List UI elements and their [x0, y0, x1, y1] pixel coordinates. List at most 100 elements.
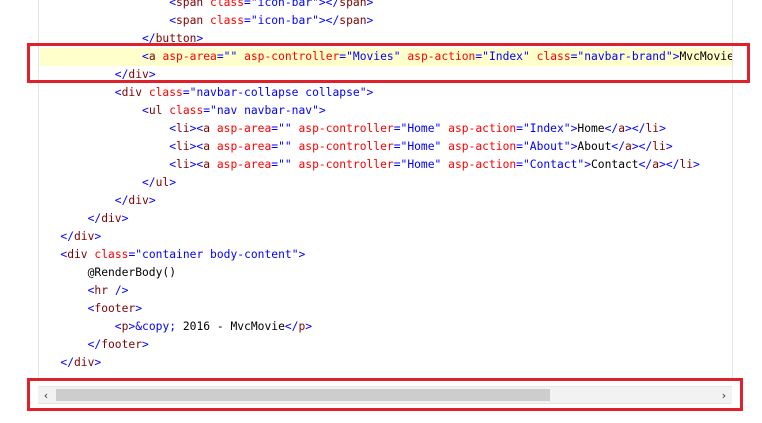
code-line: <span class="icon-bar"></span>: [40, 0, 373, 12]
code-token: asp-controller: [298, 140, 394, 153]
code-token: ">: [563, 122, 578, 135]
code-token: footer: [101, 338, 143, 351]
code-token: >: [659, 122, 666, 135]
code-token: div: [74, 356, 95, 369]
code-token: <: [114, 86, 122, 99]
code-token: ul: [148, 104, 163, 117]
code-token: asp-action: [448, 122, 517, 135]
code-token: =": [516, 122, 530, 135]
code-token: Home: [407, 122, 435, 135]
code-token: =": [244, 0, 258, 9]
code-token: footer: [94, 302, 136, 315]
code-token: =": [244, 14, 258, 27]
code-token: div: [101, 212, 122, 225]
code-line: <footer>: [40, 300, 142, 318]
code-line: </div>: [40, 228, 101, 246]
code-line: </footer>: [40, 336, 149, 354]
code-token: =": [516, 158, 530, 171]
code-token: >: [169, 176, 177, 189]
code-token: div: [121, 86, 143, 99]
highlight-callout-scrollbar: [27, 378, 743, 411]
code-token: </: [611, 140, 626, 153]
code-token: div: [67, 248, 88, 261]
code-token: asp-action: [448, 158, 517, 171]
code-token: span: [339, 14, 367, 27]
code-token: "></: [312, 14, 340, 27]
code-line: </div>: [40, 192, 156, 210]
code-token: </: [87, 212, 102, 225]
code-token: >: [94, 356, 102, 369]
code-token: class: [210, 14, 245, 27]
code-token: div: [128, 194, 149, 207]
code-token: ="": [271, 158, 292, 171]
code-token: hr: [94, 284, 109, 297]
code-token: ></: [659, 158, 680, 171]
code-token: >: [366, 14, 374, 27]
code-token: <: [169, 14, 176, 27]
code-token: icon-bar: [257, 14, 313, 27]
code-token: a: [203, 158, 211, 171]
code-token: span: [339, 0, 367, 9]
code-token: =": [516, 140, 530, 153]
code-editor[interactable]: <span class="icon-bar"></span> <span clas…: [0, 0, 762, 423]
code-token: >: [121, 212, 129, 225]
code-token: li: [176, 122, 190, 135]
code-token: ">: [577, 158, 591, 171]
code-token: =": [393, 158, 408, 171]
code-token: />: [114, 284, 129, 297]
code-token: <: [169, 122, 176, 135]
code-token: span: [176, 14, 204, 27]
code-token: a: [203, 122, 211, 135]
code-token: </: [114, 194, 129, 207]
code-token: asp-area: [216, 158, 272, 171]
code-token: <: [142, 104, 149, 117]
code-token: <: [169, 0, 176, 9]
code-token: <: [169, 140, 176, 153]
code-token: li: [176, 140, 190, 153]
code-token: asp-controller: [298, 158, 394, 171]
code-token: About: [529, 140, 564, 153]
code-token: class: [94, 248, 129, 261]
code-line: <li><a asp-area="" asp-controller="Home"…: [40, 138, 672, 156]
code-token: a: [652, 158, 660, 171]
code-token: =": [393, 140, 408, 153]
code-token: ">: [359, 86, 374, 99]
code-token: asp-action: [448, 140, 517, 153]
code-token: =": [182, 86, 197, 99]
code-token: >: [142, 338, 149, 351]
code-token: container body-content: [142, 248, 292, 261]
code-token: >: [305, 320, 313, 333]
code-token: "></: [312, 0, 340, 9]
code-token: </: [284, 320, 299, 333]
code-line: <li><a asp-area="" asp-controller="Home"…: [40, 156, 700, 174]
code-line: <p>&copy; 2016 - MvcMovie</p>: [40, 318, 312, 336]
code-token: =": [203, 104, 217, 117]
code-token: ></: [631, 140, 653, 153]
code-token: nav navbar-nav: [216, 104, 313, 117]
code-line: <ul class="nav navbar-nav">: [40, 102, 326, 120]
code-line: @RenderBody(): [40, 264, 176, 282]
code-token: div: [74, 230, 95, 243]
code-token: <: [114, 320, 122, 333]
code-token: a: [203, 140, 211, 153]
code-line: </div>: [40, 210, 129, 228]
code-token: asp-area: [216, 140, 272, 153]
code-token: </: [638, 158, 653, 171]
code-token: navbar-collapse collapse: [196, 86, 360, 99]
code-token: li: [176, 158, 190, 171]
code-token: a: [625, 140, 632, 153]
code-token: ul: [155, 176, 170, 189]
code-token: ><: [189, 158, 204, 171]
code-line: <li><a asp-area="" asp-controller="Home"…: [40, 120, 666, 138]
code-line: <hr />: [40, 282, 129, 300]
code-line: <div class="navbar-collapse collapse">: [40, 84, 374, 102]
code-token: =": [128, 248, 143, 261]
code-token: asp-area: [216, 122, 272, 135]
code-token: ">: [312, 104, 326, 117]
